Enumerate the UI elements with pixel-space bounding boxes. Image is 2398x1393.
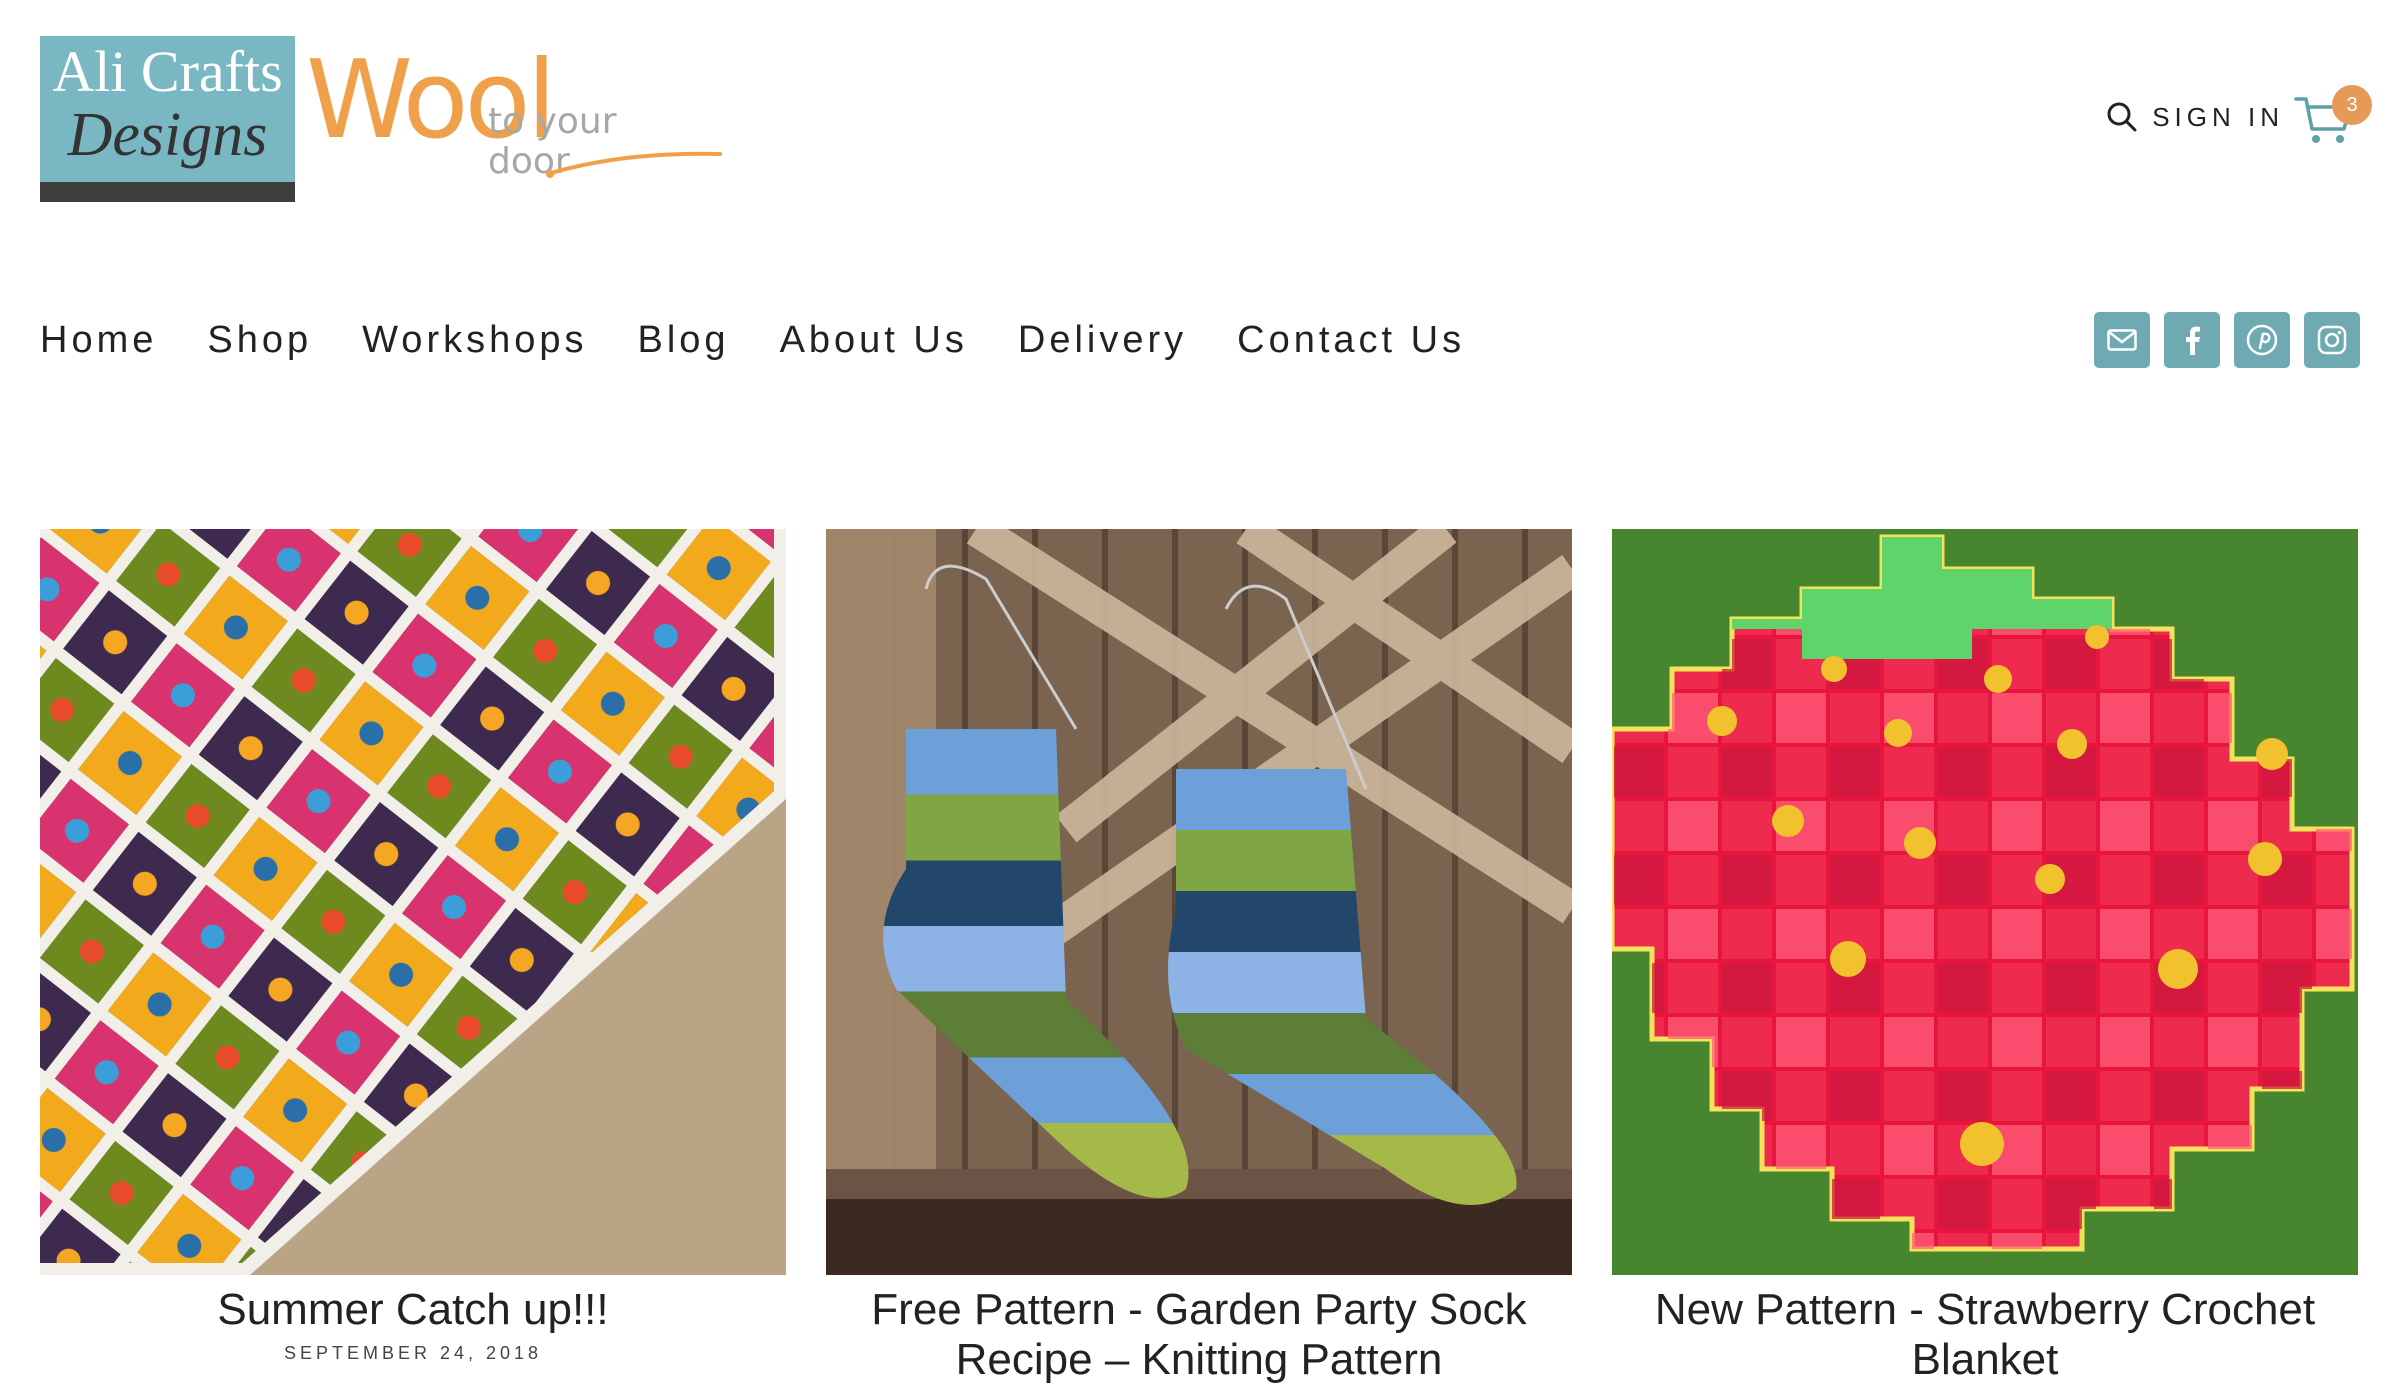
- pinterest-icon[interactable]: [2234, 312, 2290, 368]
- logo-text-line2: Designs: [67, 101, 268, 169]
- post-image-granny-blanket[interactable]: [40, 529, 786, 1275]
- main-nav: Home Shop Workshops Blog About Us Delive…: [40, 314, 1515, 366]
- header-actions: SIGN IN 3: [2106, 84, 2372, 150]
- social-links: [2080, 312, 2360, 368]
- sign-in-link[interactable]: SIGN IN: [2152, 102, 2284, 133]
- post-title[interactable]: Free Pattern - Garden Party Sock Recipe …: [826, 1285, 1572, 1385]
- logo-swoosh: [546, 151, 722, 178]
- nav-item-about-us[interactable]: About Us: [780, 314, 968, 366]
- nav-item-workshops[interactable]: Workshops: [362, 314, 587, 366]
- cart-button[interactable]: 3: [2294, 85, 2372, 147]
- logo-text-line1: Ali Crafts: [52, 39, 283, 104]
- facebook-icon[interactable]: [2164, 312, 2220, 368]
- blog-post-card: New Pattern - Strawberry Crochet Blanket: [1612, 529, 2358, 1393]
- cart-count-badge: 3: [2332, 85, 2372, 125]
- post-title[interactable]: New Pattern - Strawberry Crochet Blanket: [1612, 1285, 2358, 1385]
- post-image-socks[interactable]: [826, 529, 1572, 1275]
- nav-item-contact-us[interactable]: Contact Us: [1237, 314, 1465, 366]
- instagram-icon[interactable]: [2304, 312, 2360, 368]
- nav-item-delivery[interactable]: Delivery: [1018, 314, 1187, 366]
- logo-box: Ali Crafts Designs: [40, 36, 295, 182]
- logo-bar: [40, 182, 295, 202]
- post-title[interactable]: Summer Catch up!!!: [40, 1285, 786, 1335]
- nav-item-blog[interactable]: Blog: [638, 314, 730, 366]
- email-icon[interactable]: [2094, 312, 2150, 368]
- site-logo[interactable]: Ali Crafts Designs Wool to your door: [40, 36, 722, 202]
- search-icon[interactable]: [2106, 101, 2138, 133]
- post-date: SEPTEMBER 24, 2018: [283, 1343, 543, 1363]
- blog-post-card: Free Pattern - Garden Party Sock Recipe …: [826, 529, 1572, 1393]
- post-image-strawberry-blanket[interactable]: [1612, 529, 2358, 1275]
- nav-item-home[interactable]: Home: [40, 314, 157, 366]
- blog-post-card: Summer Catch up!!! SEPTEMBER 24, 2018: [40, 529, 786, 1364]
- nav-item-shop[interactable]: Shop: [207, 314, 312, 366]
